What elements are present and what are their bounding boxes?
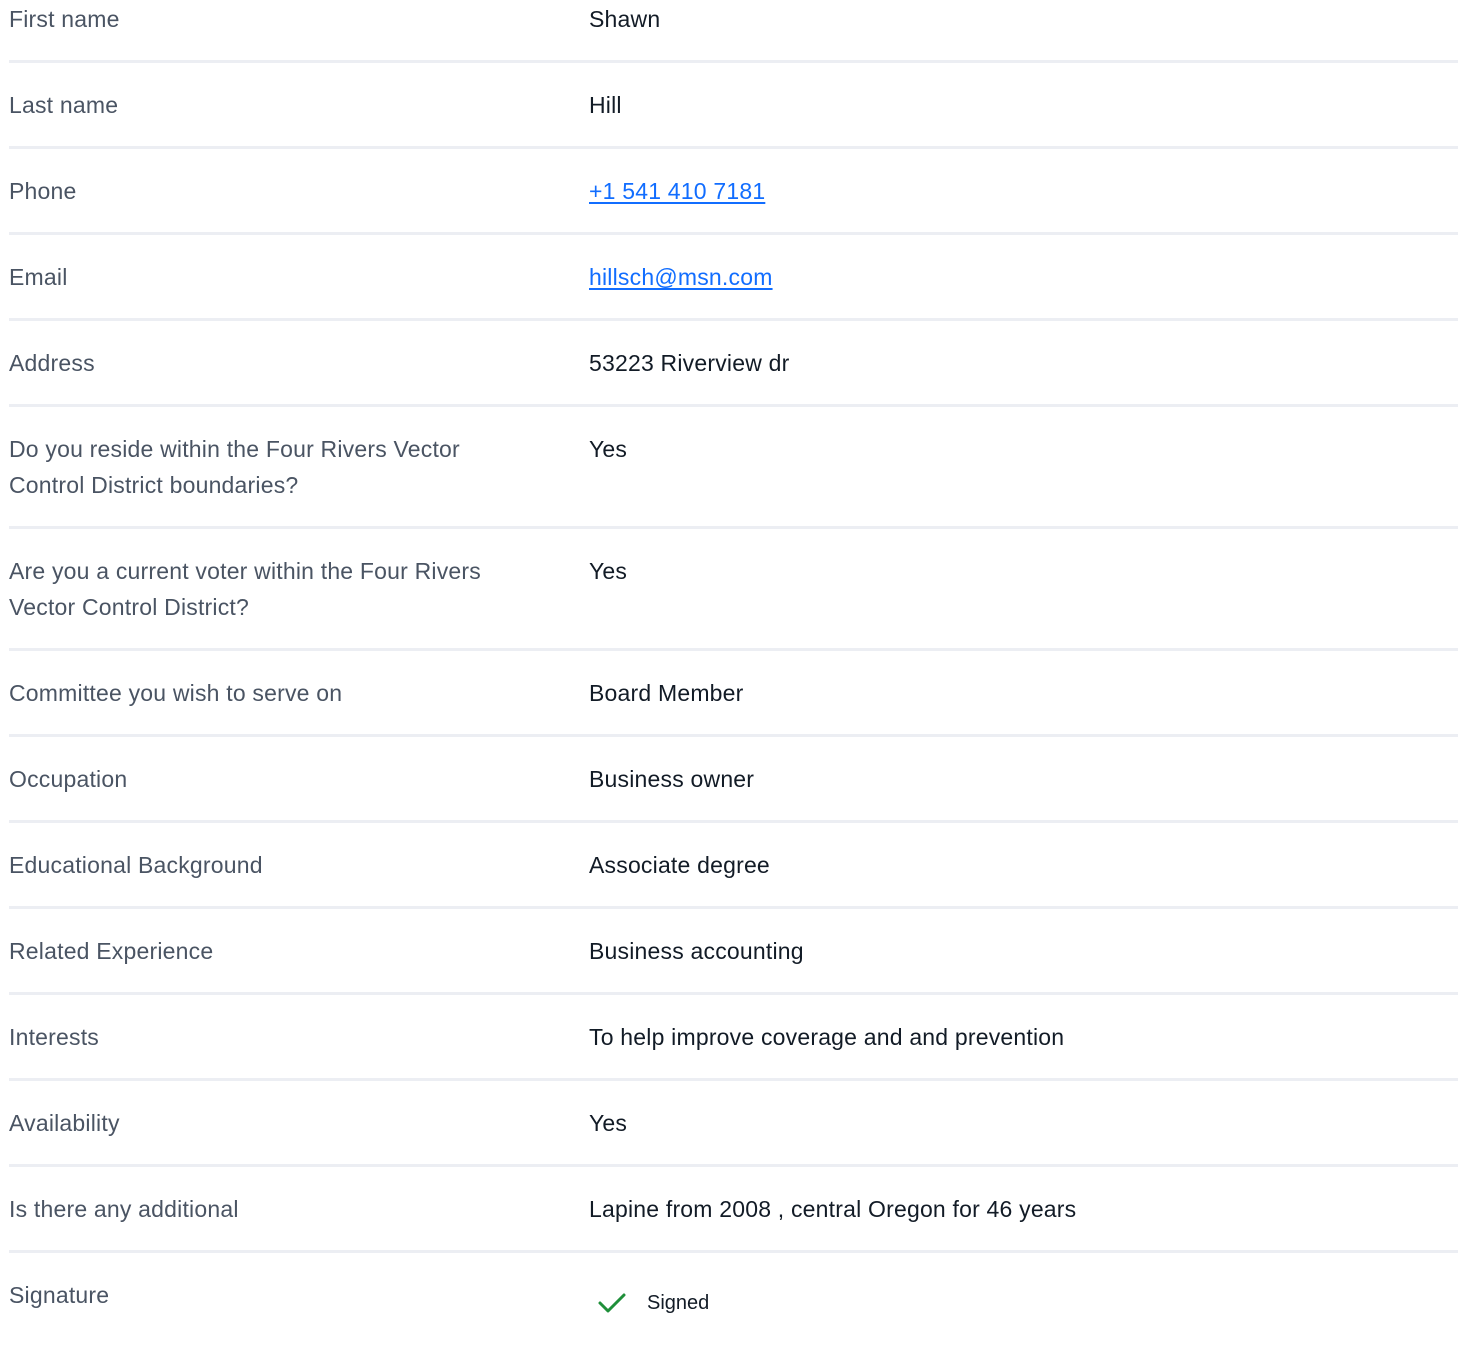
signature-status-text: Signed <box>647 1291 710 1314</box>
field-label: Related Experience <box>9 938 214 964</box>
field-label: Educational Background <box>9 852 263 878</box>
field-label: Occupation <box>9 766 128 792</box>
field-value: 53223 Riverview dr <box>589 350 790 376</box>
field-row-phone: Phone +1 541 410 7181 <box>9 173 1458 235</box>
field-value: Lapine from 2008 , central Oregon for 46… <box>589 1196 1077 1222</box>
field-value: Business owner <box>589 766 755 792</box>
field-label: Do you reside within the Four Rivers Vec… <box>9 436 460 498</box>
phone-link[interactable]: +1 541 410 7181 <box>589 178 765 204</box>
field-label: Interests <box>9 1024 100 1050</box>
field-row-education: Educational Background Associate degree <box>9 847 1458 909</box>
field-value: Yes <box>589 436 628 462</box>
field-row-additional: Is there any additional Lapine from 2008… <box>9 1191 1458 1253</box>
field-value: Board Member <box>589 680 744 706</box>
field-row-address: Address 53223 Riverview dr <box>9 345 1458 407</box>
field-label: Email <box>9 264 68 290</box>
check-icon <box>598 1293 626 1313</box>
field-row-first-name: First name Shawn <box>9 1 1458 63</box>
field-value: Hill <box>589 92 622 118</box>
field-row-occupation: Occupation Business owner <box>9 761 1458 823</box>
field-value: Associate degree <box>589 852 770 878</box>
field-value: Yes <box>589 1110 628 1136</box>
field-value: Yes <box>589 558 628 584</box>
field-row-committee: Committee you wish to serve on Board Mem… <box>9 675 1458 737</box>
field-value: hillsch@msn.com <box>589 259 773 295</box>
field-row-interests: Interests To help improve coverage and a… <box>9 1019 1458 1081</box>
field-row-current-voter: Are you a current voter within the Four … <box>9 553 1458 651</box>
email-link[interactable]: hillsch@msn.com <box>589 264 773 290</box>
field-label: First name <box>9 6 120 32</box>
field-row-availability: Availability Yes <box>9 1105 1458 1167</box>
field-row-experience: Related Experience Business accounting <box>9 933 1458 995</box>
field-label: Last name <box>9 92 119 118</box>
field-label: Availability <box>9 1110 120 1136</box>
field-label: Phone <box>9 178 77 204</box>
field-label: Signature <box>9 1282 110 1308</box>
field-label: Address <box>9 350 95 376</box>
field-label: Is there any additional <box>9 1196 239 1222</box>
field-label: Committee you wish to serve on <box>9 680 343 706</box>
field-value: Shawn <box>589 6 661 32</box>
field-row-reside-in-district: Do you reside within the Four Rivers Vec… <box>9 431 1458 529</box>
field-value: +1 541 410 7181 <box>589 173 765 209</box>
field-row-signature: Signature Signed <box>9 1277 1458 1347</box>
signature-status: Signed <box>597 1291 709 1315</box>
field-row-last-name: Last name Hill <box>9 87 1458 149</box>
field-label: Are you a current voter within the Four … <box>9 558 481 620</box>
field-row-email: Email hillsch@msn.com <box>9 259 1458 321</box>
field-value: Business accounting <box>589 938 804 964</box>
field-value: To help improve coverage and and prevent… <box>589 1024 1065 1050</box>
submission-details: First name Shawn Last name Hill Phone +1… <box>0 0 1466 1358</box>
